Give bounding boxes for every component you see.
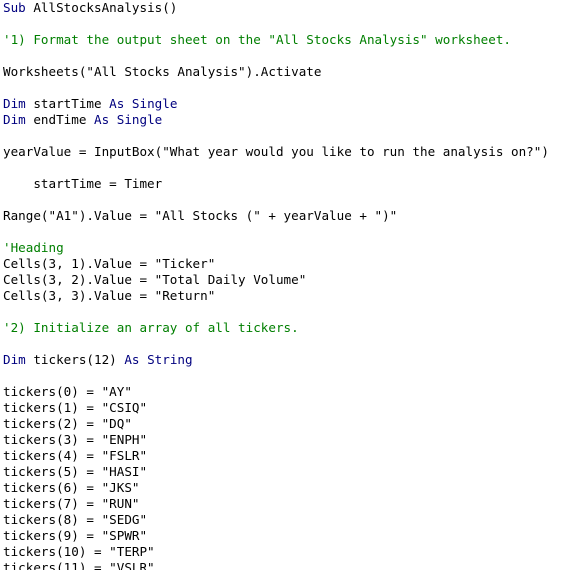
code-token: tickers(11) = "VSLR" [3, 560, 155, 570]
code-line[interactable]: '2) Initialize an array of all tickers. [3, 320, 299, 336]
keyword-token: As [109, 96, 125, 111]
code-line[interactable]: tickers(0) = "AY" [3, 384, 132, 400]
code-line[interactable]: Cells(3, 3).Value = "Return" [3, 288, 215, 304]
code-token: startTime = Timer [3, 176, 163, 191]
code-token: Cells(3, 2).Value = "Total Daily Volume" [3, 272, 307, 287]
code-editor[interactable]: Sub AllStocksAnalysis() '1) Format the ou… [0, 0, 579, 570]
keyword-token: Dim [3, 96, 26, 111]
code-token: startTime [25, 96, 110, 111]
code-line[interactable]: tickers(4) = "FSLR" [3, 448, 147, 464]
code-token: tickers(1) = "CSIQ" [3, 400, 148, 415]
keyword-token: As [124, 352, 140, 367]
code-token: tickers(7) = "RUN" [3, 496, 140, 511]
comment-token: 'Heading [3, 240, 64, 255]
code-line[interactable]: tickers(6) = "JKS" [3, 480, 139, 496]
code-token: Cells(3, 1).Value = "Ticker" [3, 256, 216, 271]
code-token: Range("A1").Value = "All Stocks (" + yea… [3, 208, 398, 223]
code-token: tickers(6) = "JKS" [3, 480, 140, 495]
code-line[interactable]: '1) Format the output sheet on the "All … [3, 32, 511, 48]
code-line[interactable]: tickers(2) = "DQ" [3, 416, 132, 432]
keyword-token: As [94, 112, 110, 127]
code-token: tickers(3) = "ENPH" [3, 432, 148, 447]
code-token: tickers(0) = "AY" [3, 384, 132, 399]
comment-token: '2) Initialize an array of all tickers. [3, 320, 299, 335]
code-line[interactable]: Cells(3, 2).Value = "Total Daily Volume" [3, 272, 306, 288]
code-line[interactable]: Dim tickers(12) As String [3, 352, 193, 368]
code-line[interactable]: tickers(1) = "CSIQ" [3, 400, 147, 416]
code-line[interactable]: Sub AllStocksAnalysis() [3, 0, 177, 16]
code-line[interactable]: tickers(7) = "RUN" [3, 496, 139, 512]
keyword-token: Dim [3, 352, 26, 367]
code-line[interactable]: Dim startTime As Single [3, 96, 177, 112]
keyword-token: Dim [3, 112, 26, 127]
code-line[interactable]: Worksheets("All Stocks Analysis").Activa… [3, 64, 321, 80]
code-token: yearValue = InputBox("What year would yo… [3, 144, 549, 159]
comment-token: '1) Format the output sheet on the "All … [3, 32, 511, 47]
code-line[interactable]: tickers(3) = "ENPH" [3, 432, 147, 448]
code-line[interactable]: Dim endTime As Single [3, 112, 162, 128]
code-line[interactable]: tickers(5) = "HASI" [3, 464, 147, 480]
code-line[interactable]: Range("A1").Value = "All Stocks (" + yea… [3, 208, 397, 224]
code-line[interactable]: startTime = Timer [3, 176, 162, 192]
code-line[interactable]: tickers(11) = "VSLR" [3, 560, 155, 570]
keyword-token: Single [131, 96, 178, 111]
code-line[interactable]: yearValue = InputBox("What year would yo… [3, 144, 549, 160]
keyword-token: Sub [3, 0, 26, 15]
code-line[interactable]: tickers(10) = "TERP" [3, 544, 155, 560]
keyword-token: String [147, 352, 193, 367]
code-line[interactable]: Cells(3, 1).Value = "Ticker" [3, 256, 215, 272]
code-line[interactable]: 'Heading [3, 240, 64, 256]
keyword-token: Single [116, 112, 163, 127]
code-token: tickers(2) = "DQ" [3, 416, 132, 431]
code-line[interactable]: tickers(8) = "SEDG" [3, 512, 147, 528]
code-token: Worksheets("All Stocks Analysis").Activa… [3, 64, 322, 79]
code-token: tickers(5) = "HASI" [3, 464, 148, 479]
code-token: AllStocksAnalysis() [25, 0, 178, 15]
code-token: tickers(12) [25, 352, 125, 367]
code-token: Cells(3, 3).Value = "Return" [3, 288, 216, 303]
code-token: tickers(9) = "SPWR" [3, 528, 148, 543]
code-token: endTime [25, 112, 94, 127]
code-token: tickers(10) = "TERP" [3, 544, 155, 559]
code-token: tickers(8) = "SEDG" [3, 512, 148, 527]
code-line[interactable]: tickers(9) = "SPWR" [3, 528, 147, 544]
code-token: tickers(4) = "FSLR" [3, 448, 148, 463]
